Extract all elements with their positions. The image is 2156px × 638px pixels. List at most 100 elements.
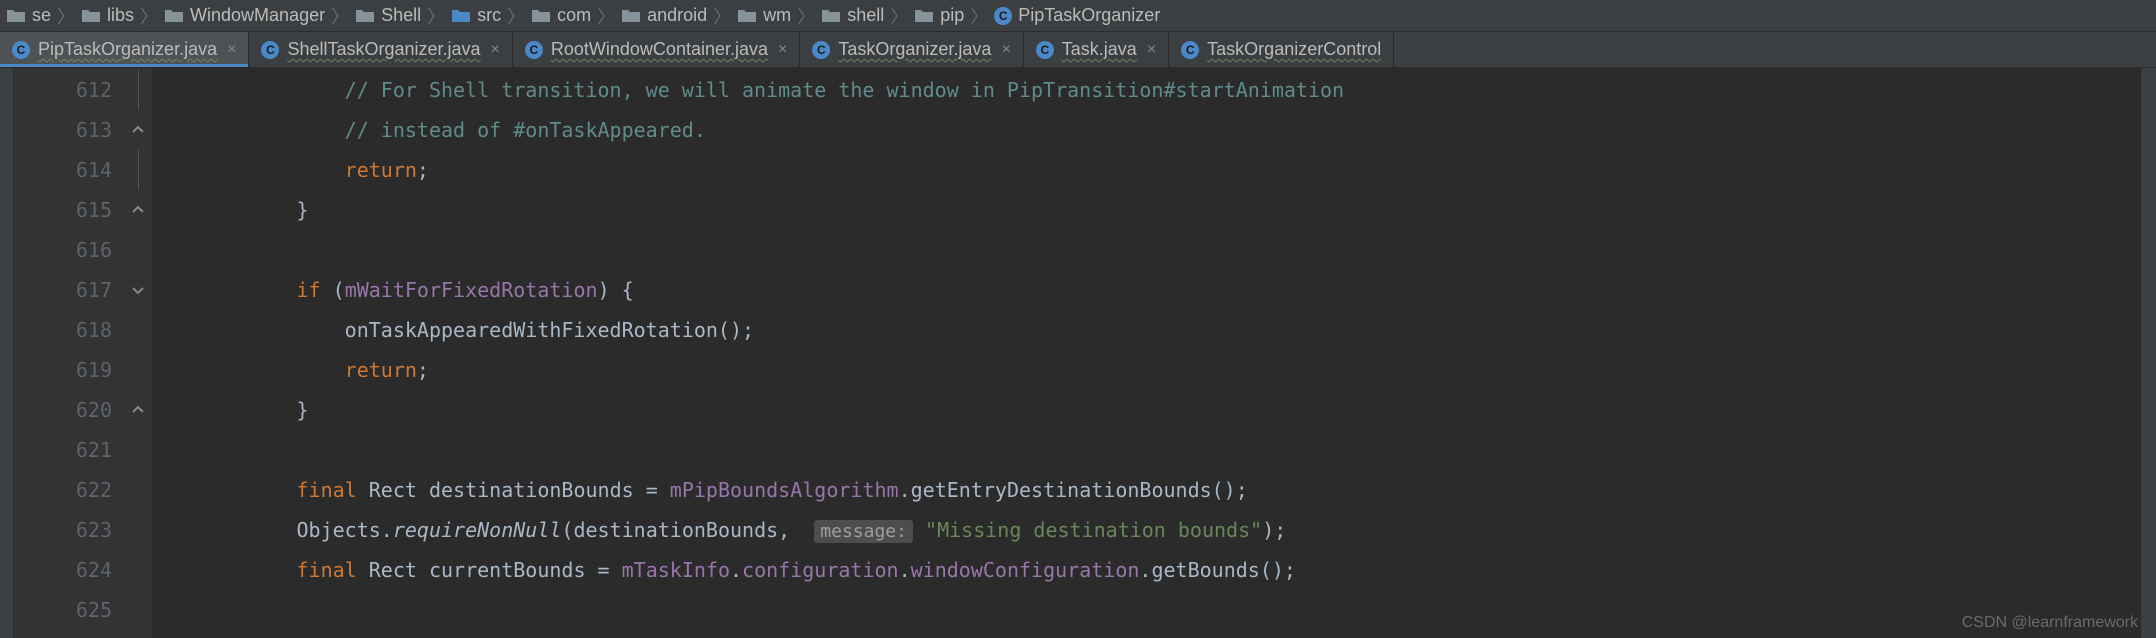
fold-marker[interactable] (124, 590, 152, 630)
chevron-right-icon: 〉 (507, 3, 525, 29)
code-line[interactable]: } (152, 390, 2140, 430)
code-line[interactable]: onTaskAppearedWithFixedRotation(); (152, 310, 2140, 350)
inlay-hint: message: (814, 520, 913, 543)
margin-marker (0, 68, 13, 108)
line-number: 619 (14, 350, 124, 390)
margin-marker (0, 228, 13, 268)
editor-tabs: CPipTaskOrganizer.java× C ShellTaskOrganiz… (0, 32, 2156, 68)
left-margin (0, 68, 14, 638)
code-viewport[interactable]: // For Shell transition, we will animate… (152, 68, 2140, 638)
fold-marker[interactable] (124, 230, 152, 270)
folder-icon (355, 8, 375, 24)
fold-marker[interactable] (124, 150, 152, 190)
code-line[interactable]: if (mWaitForFixedRotation) { (152, 270, 2140, 310)
fold-marker[interactable] (124, 470, 152, 510)
margin-marker (0, 148, 13, 188)
code-line[interactable]: final Rect currentBounds = mTaskInfo.con… (152, 550, 2140, 590)
line-number: 614 (14, 150, 124, 190)
folder-icon (621, 8, 641, 24)
fold-marker[interactable] (124, 350, 152, 390)
code-line[interactable] (152, 430, 2140, 470)
line-number: 613 (14, 110, 124, 150)
margin-marker (0, 588, 13, 628)
java-class-icon: C (261, 41, 279, 59)
line-number: 615 (14, 190, 124, 230)
close-icon[interactable]: × (227, 41, 236, 59)
breadcrumb-item[interactable]: WindowManager (164, 5, 325, 26)
breadcrumb-label: pip (940, 5, 964, 26)
code-line[interactable]: return; (152, 350, 2140, 390)
code-line[interactable]: final Rect destinationBounds = mPipBound… (152, 470, 2140, 510)
code-line[interactable]: // instead of #onTaskAppeared. (152, 110, 2140, 150)
editor-tab[interactable]: C TaskOrganizer.java × (800, 32, 1023, 67)
code-line[interactable] (152, 230, 2140, 270)
close-icon[interactable]: × (778, 41, 787, 59)
chevron-right-icon: 〉 (57, 3, 75, 29)
breadcrumb-item[interactable]: se (6, 5, 51, 26)
breadcrumb-item[interactable]: shell (821, 5, 884, 26)
fold-marker[interactable] (124, 390, 152, 430)
fold-marker[interactable] (124, 550, 152, 590)
tab-label: RootWindowContainer.java (551, 39, 768, 60)
code-line[interactable]: // For Shell transition, we will animate… (152, 70, 2140, 110)
fold-marker[interactable] (124, 310, 152, 350)
line-number: 620 (14, 390, 124, 430)
editor-tab[interactable]: CRootWindowContainer.java× (513, 32, 800, 67)
fold-marker[interactable] (124, 70, 152, 110)
close-icon[interactable]: × (1147, 41, 1156, 59)
close-icon[interactable]: × (491, 41, 500, 59)
code-line[interactable]: Objects.requireNonNull(destinationBounds… (152, 510, 2140, 550)
right-gutter (2140, 68, 2156, 638)
breadcrumb-label: src (477, 5, 501, 26)
breadcrumb-item[interactable]: CPipTaskOrganizer (994, 5, 1160, 26)
editor-tab[interactable]: CPipTaskOrganizer.java× (0, 32, 249, 67)
breadcrumb-item[interactable]: Shell (355, 5, 421, 26)
breadcrumb-item[interactable]: android (621, 5, 707, 26)
breadcrumb-item[interactable]: libs (81, 5, 134, 26)
watermark: CSDN @learnframework (1962, 614, 2138, 632)
breadcrumb-item[interactable]: src (451, 5, 501, 26)
java-class-icon: C (1036, 41, 1054, 59)
folder-icon (164, 8, 184, 24)
fold-marker[interactable] (124, 430, 152, 470)
tab-label: TaskOrganizer.java (838, 39, 991, 60)
margin-marker (0, 548, 13, 588)
margin-marker (0, 428, 13, 468)
editor-tab[interactable]: C ShellTaskOrganizer.java × (249, 32, 512, 67)
chevron-right-icon: 〉 (890, 3, 908, 29)
breadcrumb-label: android (647, 5, 707, 26)
code-line[interactable] (152, 590, 2140, 630)
fold-marker[interactable] (124, 190, 152, 230)
breadcrumb-item[interactable]: com (531, 5, 591, 26)
code-line[interactable]: return; (152, 150, 2140, 190)
folder-icon (81, 8, 101, 24)
margin-marker (0, 348, 13, 388)
folder-src-icon (451, 8, 471, 24)
editor-tab[interactable]: CTaskOrganizerControl (1169, 32, 1394, 67)
close-icon[interactable]: × (1001, 41, 1010, 59)
java-class-icon: C (812, 41, 830, 59)
breadcrumb-item[interactable]: wm (737, 5, 791, 26)
line-number: 621 (14, 430, 124, 470)
line-number: 617 (14, 270, 124, 310)
breadcrumb-item[interactable]: pip (914, 5, 964, 26)
margin-marker (0, 188, 13, 228)
fold-marker[interactable] (124, 110, 152, 150)
line-number: 618 (14, 310, 124, 350)
line-number: 624 (14, 550, 124, 590)
fold-marker[interactable] (124, 270, 152, 310)
margin-marker (0, 468, 13, 508)
line-number: 622 (14, 470, 124, 510)
tab-label: ShellTaskOrganizer.java (287, 39, 480, 60)
margin-marker (0, 108, 13, 148)
line-number: 623 (14, 510, 124, 550)
margin-marker (0, 268, 13, 308)
margin-marker (0, 388, 13, 428)
editor-tab[interactable]: C Task.java × (1024, 32, 1169, 67)
folder-icon (531, 8, 551, 24)
tab-label: Task.java (1062, 39, 1137, 60)
fold-marker[interactable] (124, 510, 152, 550)
code-line[interactable]: } (152, 190, 2140, 230)
breadcrumb-label: se (32, 5, 51, 26)
line-number-gutter: 6126136146156166176186196206216226236246… (14, 68, 124, 638)
